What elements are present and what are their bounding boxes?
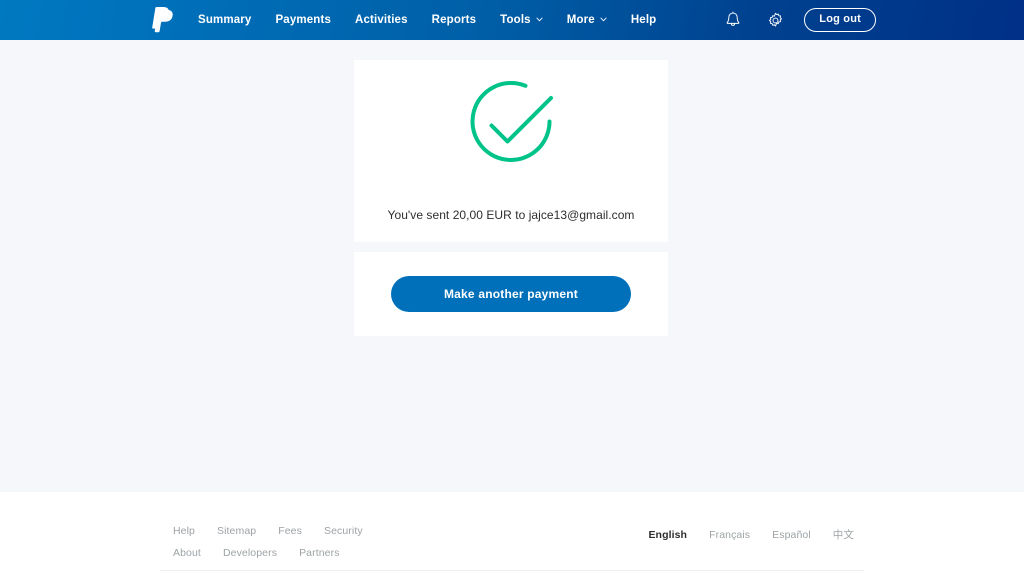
nav-link-more[interactable]: More — [555, 0, 619, 40]
paypal-logo[interactable] — [150, 6, 176, 34]
language-option-english[interactable]: English — [648, 529, 687, 541]
footer-link-help[interactable]: Help — [173, 525, 195, 537]
page-footer: Help Sitemap Fees Security About Develop… — [0, 492, 1024, 578]
footer-link-row: About Developers Partners — [173, 547, 385, 559]
footer-divider — [160, 570, 864, 571]
settings-button[interactable] — [758, 3, 792, 37]
footer-link-sitemap[interactable]: Sitemap — [217, 525, 256, 537]
nav-link-summary-label: Summary — [198, 14, 252, 26]
footer-link-developers[interactable]: Developers — [223, 547, 277, 559]
gear-icon — [767, 12, 784, 29]
nav-link-activities[interactable]: Activities — [343, 0, 420, 40]
chevron-down-icon — [600, 16, 607, 23]
payment-status-message: You've sent 20,00 EUR to jajce13@gmail.c… — [387, 208, 635, 222]
nav-link-reports[interactable]: Reports — [420, 0, 489, 40]
logout-button[interactable]: Log out — [804, 8, 876, 32]
chevron-down-icon — [536, 16, 543, 23]
footer-link-security[interactable]: Security — [324, 525, 363, 537]
nav-link-payments-label: Payments — [275, 14, 332, 26]
top-navigation-bar: Summary Payments Activities Reports Tool… — [0, 0, 1024, 40]
nav-link-help-label: Help — [630, 14, 657, 26]
primary-nav-links: Summary Payments Activities Reports Tool… — [186, 0, 668, 40]
language-option-francais[interactable]: Français — [709, 529, 750, 541]
paypal-payment-confirmation-page: Summary Payments Activities Reports Tool… — [0, 0, 1024, 578]
make-another-payment-button[interactable]: Make another payment — [391, 276, 631, 312]
language-selector: English Français Español 中文 — [626, 527, 854, 542]
footer-link-row: Help Sitemap Fees Security — [173, 525, 385, 537]
footer-link-about[interactable]: About — [173, 547, 201, 559]
payment-status-card: You've sent 20,00 EUR to jajce13@gmail.c… — [354, 60, 668, 242]
footer-link-fees[interactable]: Fees — [278, 525, 302, 537]
nav-link-more-label: More — [566, 14, 595, 26]
notifications-button[interactable] — [716, 3, 750, 37]
nav-link-tools[interactable]: Tools — [488, 0, 555, 40]
footer-link-groups: Help Sitemap Fees Security About Develop… — [173, 525, 385, 559]
nav-link-payments[interactable]: Payments — [263, 0, 343, 40]
bell-icon — [725, 11, 741, 29]
nav-link-summary[interactable]: Summary — [186, 0, 263, 40]
footer-inner: Help Sitemap Fees Security About Develop… — [160, 492, 864, 578]
main-content: You've sent 20,00 EUR to jajce13@gmail.c… — [0, 40, 1024, 492]
nav-link-activities-label: Activities — [355, 14, 408, 26]
nav-link-help[interactable]: Help — [619, 0, 669, 40]
footer-link-partners[interactable]: Partners — [299, 547, 339, 559]
nav-link-tools-label: Tools — [500, 14, 531, 26]
language-option-chinese[interactable]: 中文 — [833, 527, 854, 542]
nav-right-actions: Log out — [716, 0, 1024, 40]
next-action-card: Make another payment — [354, 252, 668, 336]
language-option-espanol[interactable]: Español — [772, 529, 811, 541]
check-circle-icon — [463, 80, 559, 170]
nav-link-reports-label: Reports — [431, 14, 477, 26]
